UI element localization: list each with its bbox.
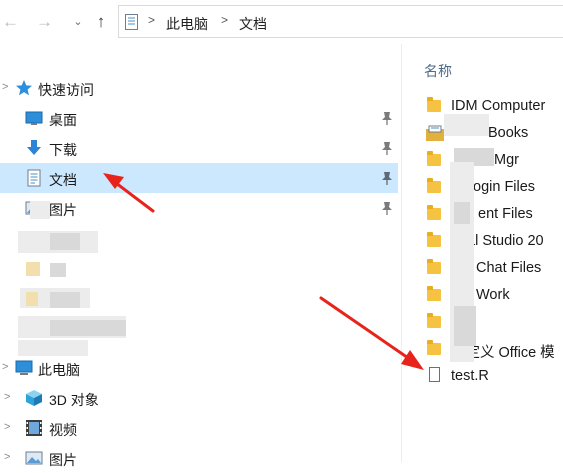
nav-label: 下载 [49, 142, 77, 158]
file-icon [427, 367, 443, 384]
navigation-pane: > 快速访问 桌面 下载 文档 图片 > 此电脑 > 3D 对象 > 视频 > … [0, 44, 398, 468]
file-row[interactable]: Chat Files [402, 255, 563, 282]
chevron-right-icon[interactable]: > [4, 451, 10, 463]
chevron-right-icon[interactable]: > [4, 391, 10, 403]
file-name: al Studio 20 [467, 233, 544, 249]
nav-item-pc-pictures[interactable]: > 图片 [0, 443, 398, 473]
cube-3d-icon [26, 390, 42, 406]
redacted-area [50, 320, 126, 336]
file-name: Books [488, 125, 529, 141]
folder-icon [427, 232, 443, 249]
star-icon [16, 80, 32, 96]
nav-item-downloads[interactable]: 下载 [0, 133, 398, 163]
file-row[interactable]: 自定义 Office 模 [402, 336, 563, 363]
redacted-area [50, 292, 80, 308]
file-name: Chat Files [476, 260, 542, 276]
redacted-area [30, 201, 50, 219]
file-row-test-r[interactable]: test.R [402, 363, 563, 390]
arrow-up-icon[interactable]: ↑ [93, 12, 109, 32]
file-name: IDM Computer [451, 98, 546, 114]
folder-icon [427, 313, 443, 330]
pin-icon[interactable] [381, 171, 393, 185]
redacted-area [26, 292, 38, 306]
nav-label: 图片 [49, 202, 77, 218]
film-icon [26, 420, 42, 436]
arrow-right-icon[interactable]: → [36, 12, 53, 32]
file-row[interactable] [402, 309, 563, 336]
arrow-left-icon[interactable]: ← [2, 12, 19, 32]
file-list: 名称 IDM Computer Books Mgr ogin Files ent… [402, 44, 563, 462]
computer-icon [15, 360, 33, 375]
nav-label: 图片 [49, 452, 77, 468]
file-row[interactable]: ogin Files [402, 174, 563, 201]
nav-label: 桌面 [49, 112, 77, 128]
chevron-right-icon[interactable]: > [2, 361, 8, 373]
column-header-name[interactable]: 名称 [424, 61, 452, 81]
nav-item-pictures[interactable]: 图片 [0, 193, 398, 223]
file-row[interactable]: Work [402, 282, 563, 309]
folder-icon [427, 205, 443, 222]
breadcrumb-separator[interactable]: > [221, 13, 228, 27]
file-name: test.R [451, 368, 489, 384]
file-row[interactable]: al Studio 20 [402, 228, 563, 255]
redacted-area [454, 202, 470, 224]
redacted-area [454, 306, 476, 346]
nav-label: 视频 [49, 422, 77, 438]
chevron-right-icon[interactable]: > [2, 81, 8, 93]
folder-icon [427, 259, 443, 276]
nav-label: 3D 对象 [49, 392, 99, 408]
nav-item-3d-objects[interactable]: > 3D 对象 [0, 383, 398, 413]
chevron-down-icon[interactable]: ⌄ [70, 12, 86, 32]
nav-label: 文档 [49, 172, 77, 188]
library-icon [426, 125, 444, 141]
file-name: Work [476, 287, 510, 303]
nav-quick-access[interactable]: > 快速访问 [0, 73, 398, 103]
chevron-right-icon[interactable]: > [4, 421, 10, 433]
folder-icon [427, 151, 443, 168]
redacted-area [50, 233, 80, 250]
file-name: ent Files [478, 206, 533, 222]
pin-icon[interactable] [381, 111, 393, 125]
pin-icon[interactable] [381, 201, 393, 215]
file-name: ogin Files [473, 179, 536, 195]
nav-item-documents[interactable]: 文档 [0, 163, 398, 193]
redacted-area [26, 262, 40, 276]
nav-label: 快速访问 [38, 82, 94, 98]
folder-icon [427, 97, 443, 114]
picture-icon [25, 451, 43, 465]
file-row[interactable]: ent Files [402, 201, 563, 228]
document-icon [125, 14, 138, 30]
folder-icon [427, 286, 443, 303]
pin-icon[interactable] [381, 141, 393, 155]
document-icon [27, 169, 41, 187]
download-arrow-icon [27, 140, 41, 155]
nav-item-desktop[interactable]: 桌面 [0, 103, 398, 133]
nav-this-pc[interactable]: > 此电脑 [0, 353, 398, 383]
breadcrumb-separator[interactable]: > [148, 13, 155, 27]
breadcrumb-documents[interactable]: 文档 [239, 14, 267, 34]
folder-icon [427, 178, 443, 195]
file-name: Mgr [494, 152, 519, 168]
desktop-icon [25, 111, 43, 125]
navigation-bar: ← → ⌄ ↑ > 此电脑 > 文档 [0, 0, 563, 44]
folder-icon [427, 340, 443, 357]
redacted-area [452, 256, 474, 278]
nav-label: 此电脑 [38, 362, 80, 378]
breadcrumb-this-pc[interactable]: 此电脑 [166, 14, 208, 34]
redacted-area [50, 263, 66, 277]
redacted-area [444, 114, 489, 136]
address-bar[interactable]: > 此电脑 > 文档 [118, 5, 563, 38]
nav-item-videos[interactable]: > 视频 [0, 413, 398, 443]
